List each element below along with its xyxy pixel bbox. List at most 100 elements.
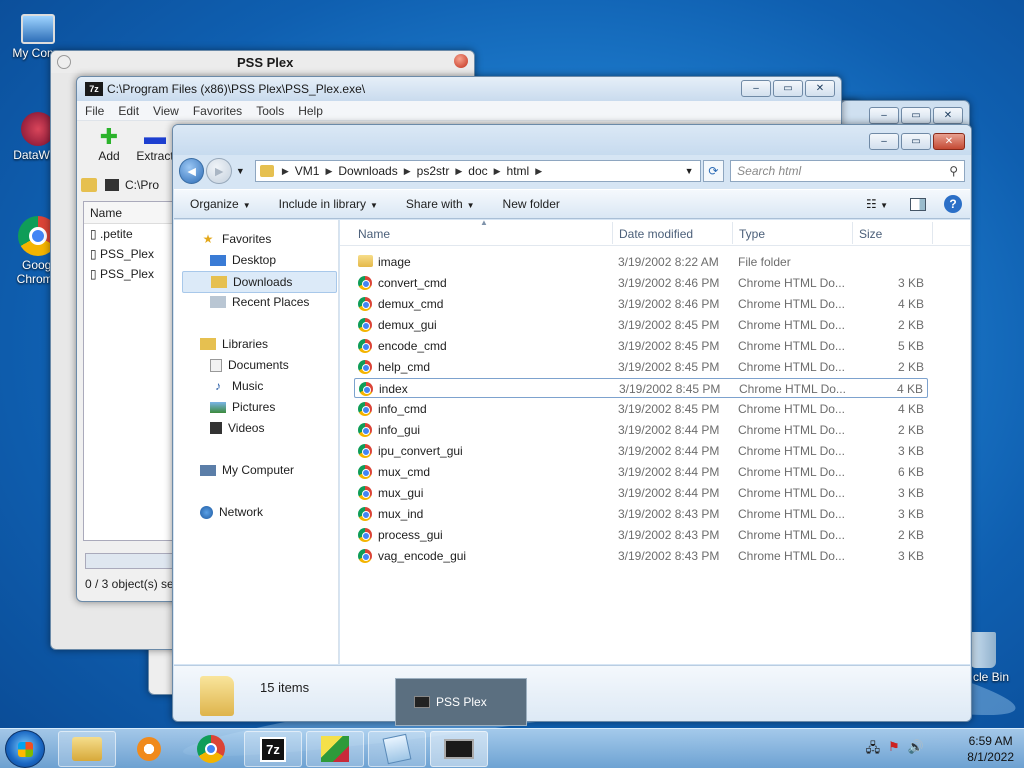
forward-button[interactable]: ► (206, 158, 232, 184)
column-header-date-modified[interactable]: Date modified (619, 227, 693, 241)
nav-favorites[interactable]: ★ Favorites (200, 232, 272, 246)
breadcrumb-html[interactable]: html (507, 164, 530, 178)
column-separator[interactable] (852, 222, 853, 244)
file-row[interactable]: demux_gui 3/19/2002 8:45 PM Chrome HTML Do… (354, 315, 928, 335)
organize-button[interactable]: Organize ▼ (190, 197, 251, 211)
chevron-right-icon[interactable]: ▶ (455, 166, 462, 177)
explorer-titlebar[interactable]: – ▭ ✕ (173, 125, 971, 155)
back-button[interactable]: ◄ (179, 158, 205, 184)
recent-pages-dropdown-icon[interactable]: ▼ (236, 166, 245, 176)
pss-plex-system-icon[interactable] (57, 55, 71, 69)
volume-icon[interactable]: 🔊 (908, 739, 924, 761)
column-separator[interactable] (932, 222, 933, 244)
search-input[interactable]: Search html ⚲ (730, 160, 965, 182)
menu-file[interactable]: File (85, 104, 104, 118)
nav-recent-places[interactable]: Recent Places (210, 295, 309, 309)
minimize-button[interactable]: – (869, 133, 899, 150)
taskbar-chrome[interactable] (182, 731, 240, 767)
file-row[interactable]: vag_encode_gui 3/19/2002 8:43 PM Chrome HT… (354, 546, 928, 566)
file-row[interactable]: image 3/19/2002 8:22 AM File folder (354, 252, 928, 272)
minimize-button[interactable]: – (741, 80, 771, 97)
taskbar-preview-pss-plex[interactable]: PSS Plex (395, 678, 527, 726)
pss-plex-close-icon[interactable] (454, 54, 468, 68)
chevron-right-icon[interactable]: ▶ (535, 166, 542, 177)
file-row[interactable]: help_cmd 3/19/2002 8:45 PM Chrome HTML Do.… (354, 357, 928, 377)
maximize-button[interactable]: ▭ (901, 133, 931, 150)
chevron-right-icon[interactable]: ▶ (404, 166, 411, 177)
up-folder-icon[interactable] (81, 178, 97, 192)
breadcrumb-vm1[interactable]: VM1 (295, 164, 320, 178)
nav-my-computer[interactable]: My Computer (200, 463, 294, 477)
help-icon[interactable]: ? (944, 195, 962, 213)
list-item[interactable]: ▯ .petite (84, 224, 172, 244)
breadcrumb-doc[interactable]: doc (468, 164, 487, 178)
action-center-flag-icon[interactable]: ⚑ (888, 739, 900, 761)
share-with-button[interactable]: Share with ▼ (406, 197, 475, 211)
column-separator[interactable] (612, 222, 613, 244)
nav-desktop[interactable]: Desktop (210, 253, 276, 267)
file-row[interactable]: demux_cmd 3/19/2002 8:46 PM Chrome HTML Do… (354, 294, 928, 314)
nav-downloads[interactable]: Downloads (182, 271, 337, 293)
nav-libraries[interactable]: Libraries (200, 337, 268, 351)
file-row[interactable]: info_cmd 3/19/2002 8:45 PM Chrome HTML Do.… (354, 399, 928, 419)
taskbar-pss-plex[interactable] (430, 731, 488, 767)
minimize-button[interactable]: – (869, 107, 899, 124)
nav-videos[interactable]: Videos (210, 421, 264, 435)
maximize-button[interactable]: ▭ (901, 107, 931, 124)
close-button[interactable]: ✕ (933, 107, 963, 124)
taskbar-datawag[interactable] (306, 731, 364, 767)
taskbar-7zip[interactable]: 7z (244, 731, 302, 767)
7zip-file-list[interactable]: Name ▯ .petite ▯ PSS_Plex ▯ PSS_Plex (83, 201, 173, 541)
nav-pictures[interactable]: Pictures (210, 400, 275, 414)
list-item[interactable]: ▯ PSS_Plex (84, 264, 172, 284)
horizontal-scrollbar[interactable] (85, 553, 173, 569)
file-row[interactable]: mux_ind 3/19/2002 8:43 PM Chrome HTML Do..… (354, 504, 928, 524)
new-folder-button[interactable]: New folder (503, 197, 560, 211)
clock[interactable]: 6:59 AM 8/1/2022 (967, 733, 1014, 765)
taskbar-media-player[interactable] (120, 731, 178, 767)
preview-pane-icon[interactable] (910, 197, 926, 211)
taskbar-explorer[interactable] (58, 731, 116, 767)
file-row[interactable]: encode_cmd 3/19/2002 8:45 PM Chrome HTML D… (354, 336, 928, 356)
column-header-type[interactable]: Type (739, 227, 765, 241)
file-row[interactable]: mux_cmd 3/19/2002 8:44 PM Chrome HTML Do..… (354, 462, 928, 482)
file-row[interactable]: ipu_convert_gui 3/19/2002 8:44 PM Chrome H… (354, 441, 928, 461)
chevron-right-icon[interactable]: ▶ (494, 166, 501, 177)
file-row[interactable]: mux_gui 3/19/2002 8:44 PM Chrome HTML Do..… (354, 483, 928, 503)
column-header-size[interactable]: Size (859, 227, 882, 241)
menu-view[interactable]: View (153, 104, 179, 118)
breadcrumb-ps2str[interactable]: ps2str (417, 164, 450, 178)
chevron-right-icon[interactable]: ▶ (325, 166, 332, 177)
file-row[interactable]: index 3/19/2002 8:45 PM Chrome HTML Do... 4… (354, 378, 928, 398)
network-tray-icon[interactable]: 🖧 (866, 739, 881, 761)
breadcrumb-downloads[interactable]: Downloads (338, 164, 397, 178)
menu-help[interactable]: Help (298, 104, 323, 118)
close-button[interactable]: ✕ (933, 133, 965, 150)
close-button[interactable]: ✕ (805, 80, 835, 97)
address-dropdown-icon[interactable]: ▼ (685, 166, 694, 176)
column-header-name[interactable]: Name (84, 202, 172, 224)
address-bar[interactable]: ▶ VM1 ▶ Downloads ▶ ps2str ▶ doc ▶ html … (254, 160, 701, 182)
include-in-library-button[interactable]: Include in library ▼ (279, 197, 378, 211)
refresh-button[interactable]: ⟳ (702, 160, 725, 182)
menu-favorites[interactable]: Favorites (193, 104, 242, 118)
nav-documents[interactable]: Documents (210, 358, 289, 372)
start-button[interactable] (5, 730, 45, 768)
file-row[interactable]: info_gui 3/19/2002 8:44 PM Chrome HTML Do.… (354, 420, 928, 440)
taskbar-notepad[interactable] (368, 731, 426, 767)
list-item[interactable]: ▯ PSS_Plex (84, 244, 172, 264)
extract-button[interactable]: ▬ Extract (133, 125, 177, 169)
file-row[interactable]: convert_cmd 3/19/2002 8:46 PM Chrome HTML … (354, 273, 928, 293)
menu-edit[interactable]: Edit (118, 104, 139, 118)
view-options-icon[interactable]: ☷ ▼ (866, 197, 888, 211)
pss-plex-titlebar[interactable]: PSS Plex (51, 51, 474, 73)
add-button[interactable]: ✚ Add (87, 125, 131, 169)
file-row[interactable]: process_gui 3/19/2002 8:43 PM Chrome HTML … (354, 525, 928, 545)
nav-network[interactable]: Network (200, 505, 263, 519)
column-separator[interactable] (732, 222, 733, 244)
7zip-titlebar[interactable]: 7z C:\Program Files (x86)\PSS Plex\PSS_P… (77, 77, 841, 101)
column-header-name[interactable]: Name (358, 227, 390, 241)
chevron-right-icon[interactable]: ▶ (282, 166, 289, 177)
nav-music[interactable]: ♪ Music (210, 379, 263, 393)
menu-tools[interactable]: Tools (256, 104, 284, 118)
